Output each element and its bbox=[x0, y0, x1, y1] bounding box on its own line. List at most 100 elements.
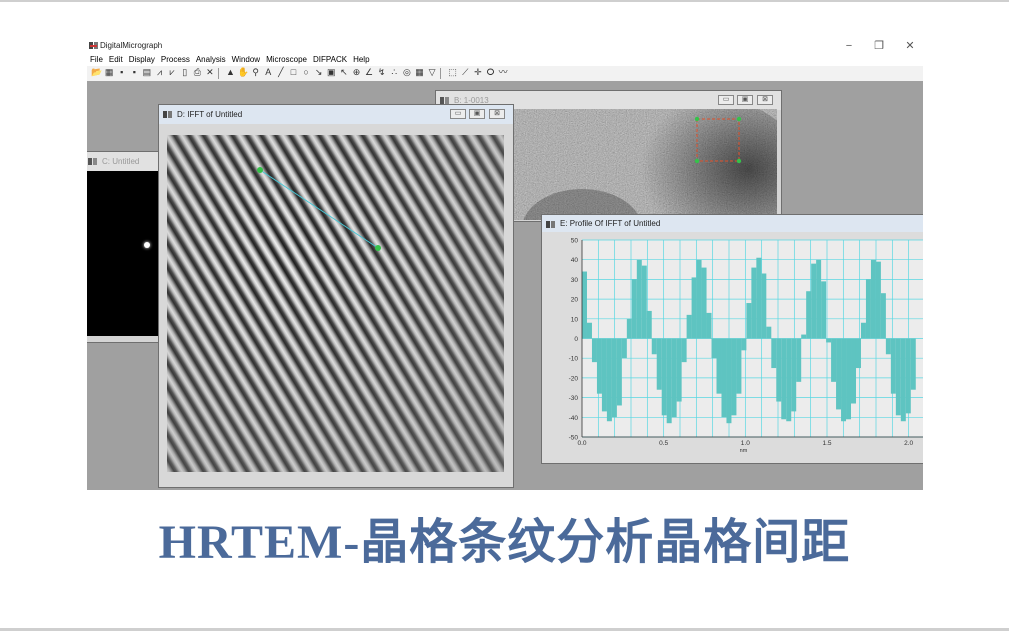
menu-edit[interactable]: Edit bbox=[106, 54, 126, 66]
chart-y-tick-label: -10 bbox=[569, 356, 579, 363]
untitled-window[interactable]: C: Untitled bbox=[87, 151, 163, 343]
chart-bar bbox=[676, 338, 682, 402]
chart-y-tick-label: -40 bbox=[569, 415, 579, 422]
crosshair-icon[interactable]: ⊕ bbox=[351, 67, 362, 78]
roi-handle[interactable] bbox=[736, 116, 742, 122]
roi-handle[interactable] bbox=[736, 158, 742, 164]
chart-bar bbox=[641, 265, 647, 339]
profile-line-end-handle[interactable] bbox=[375, 245, 381, 251]
page-icon[interactable]: ▯ bbox=[179, 67, 190, 78]
roi-handle[interactable] bbox=[694, 116, 700, 122]
chart-bar bbox=[855, 338, 861, 369]
chart-bar bbox=[656, 338, 662, 390]
ifft-window-titlebar[interactable]: D: IFFT of Untitled ▭ ▣ ⊠ bbox=[159, 105, 513, 124]
lasso-icon[interactable]: ⵔ bbox=[485, 67, 496, 78]
roi-icon[interactable]: ▣ bbox=[326, 67, 337, 78]
chart-bar bbox=[586, 322, 592, 339]
hrtem-image[interactable] bbox=[512, 109, 777, 220]
rectangle-icon[interactable]: □ bbox=[288, 67, 299, 78]
magic-icon[interactable]: ↖ bbox=[338, 67, 349, 78]
menu-file[interactable]: File bbox=[87, 54, 106, 66]
point-roi-icon[interactable]: ✛ bbox=[472, 67, 483, 78]
chart-bar bbox=[666, 338, 672, 424]
chart-x-tick-label: 1.5 bbox=[822, 440, 831, 447]
chart-bar bbox=[791, 338, 797, 412]
untitled-window-titlebar[interactable]: C: Untitled bbox=[87, 152, 162, 171]
window-minimize-button[interactable]: ▭ bbox=[450, 109, 466, 119]
window-close-button[interactable]: ⊠ bbox=[489, 109, 505, 119]
menu-microscope[interactable]: Microscope bbox=[263, 54, 310, 66]
points-icon[interactable]: ∴ bbox=[389, 67, 400, 78]
chart-y-tick-label: 0 bbox=[574, 336, 578, 343]
profile-window[interactable]: E: Profile Of IFFT of Untitled 50 40 30 20 1… bbox=[541, 214, 923, 464]
chart-bar bbox=[756, 257, 762, 339]
ifft-window[interactable]: D: IFFT of Untitled ▭ ▣ ⊠ bbox=[158, 104, 514, 488]
minimize-icon[interactable]: − bbox=[841, 38, 857, 54]
chart-bar bbox=[841, 338, 847, 422]
open-icon[interactable]: 📂 bbox=[91, 67, 102, 78]
app-title: DigitalMicrograph bbox=[100, 41, 163, 50]
line-roi-icon[interactable]: ⟋ bbox=[460, 67, 471, 78]
angle-icon[interactable]: ∠ bbox=[364, 67, 375, 78]
restore-icon[interactable]: ❐ bbox=[871, 38, 887, 54]
save-icon[interactable]: ▪ bbox=[116, 67, 127, 78]
image-workspace: C: Untitled B: 1-0013 ▭ ▣ ⊠ D: IFFT of U… bbox=[87, 81, 923, 490]
grid-icon[interactable]: ▦ bbox=[414, 67, 425, 78]
funnel-icon[interactable]: ▽ bbox=[427, 67, 438, 78]
arrow-icon[interactable]: ↘ bbox=[313, 67, 324, 78]
chart-bar bbox=[616, 338, 622, 406]
line-plot-icon[interactable]: ⩘ bbox=[154, 67, 165, 78]
menu-process[interactable]: Process bbox=[158, 54, 193, 66]
chart-bar bbox=[836, 338, 842, 410]
menu-difpack[interactable]: DIFPACK bbox=[310, 54, 350, 66]
menu-analysis[interactable]: Analysis bbox=[193, 54, 229, 66]
window-close-button[interactable]: ⊠ bbox=[757, 95, 773, 105]
window-maximize-button[interactable]: ▣ bbox=[737, 95, 753, 105]
fft-image[interactable] bbox=[87, 171, 162, 336]
chart-bar bbox=[611, 338, 617, 418]
hand-icon[interactable]: ✋ bbox=[238, 67, 249, 78]
chart-bar bbox=[701, 267, 707, 339]
chart-bar bbox=[601, 338, 607, 412]
save-all-icon[interactable]: ▪ bbox=[129, 67, 140, 78]
oval-icon[interactable]: ○ bbox=[301, 67, 312, 78]
text-icon[interactable]: A bbox=[263, 67, 274, 78]
menu-display[interactable]: Display bbox=[126, 54, 158, 66]
chart-bar bbox=[661, 338, 667, 416]
pointer-icon[interactable]: ▲ bbox=[225, 67, 236, 78]
ifft-image[interactable] bbox=[167, 135, 504, 472]
measure-icon[interactable]: ↯ bbox=[376, 67, 387, 78]
chart-bar bbox=[761, 273, 767, 339]
chart-bar bbox=[671, 338, 677, 418]
printer-icon[interactable]: ⎙ bbox=[192, 67, 203, 78]
roi-handle[interactable] bbox=[694, 158, 700, 164]
app-titlebar[interactable]: DigitalMicrograph − ❐ ✕ bbox=[87, 38, 923, 54]
window-minimize-button[interactable]: ▭ bbox=[718, 95, 734, 105]
profile-line-start-handle[interactable] bbox=[257, 167, 263, 173]
image-icon[interactable]: ▦ bbox=[104, 67, 115, 78]
chart-x-tick-label: 2.0 bbox=[904, 440, 913, 447]
rect-roi-icon[interactable]: ⬚ bbox=[447, 67, 458, 78]
line-icon[interactable]: ╱ bbox=[275, 67, 286, 78]
zoom-icon[interactable]: ⚲ bbox=[250, 67, 261, 78]
chart-bar bbox=[885, 338, 891, 355]
target-icon[interactable]: ◎ bbox=[401, 67, 412, 78]
window-maximize-button[interactable]: ▣ bbox=[469, 109, 485, 119]
chart-bar bbox=[751, 267, 757, 339]
profile-chart[interactable]: 50403020100-10-20-30-40-500.0 0.5 1.0 1.5 2.… bbox=[542, 232, 923, 463]
profile-window-titlebar[interactable]: E: Profile Of IFFT of Untitled bbox=[542, 215, 923, 232]
menu-help[interactable]: Help bbox=[350, 54, 372, 66]
chart-bar bbox=[721, 338, 727, 418]
tools-icon[interactable]: ✕ bbox=[204, 67, 215, 78]
chart-bar bbox=[596, 338, 602, 394]
close-icon[interactable]: ✕ bbox=[902, 38, 918, 54]
histogram-icon[interactable]: ⩗ bbox=[167, 67, 178, 78]
chart-bar bbox=[821, 281, 827, 339]
chart-bar bbox=[606, 338, 612, 422]
chart-bar bbox=[880, 293, 886, 339]
menu-bar: File Edit Display Process Analysis Window Micr… bbox=[87, 54, 923, 66]
print-icon[interactable]: ▤ bbox=[141, 67, 152, 78]
curve-icon[interactable]: 〰 bbox=[498, 67, 509, 78]
menu-window[interactable]: Window bbox=[229, 54, 263, 66]
chart-bar bbox=[890, 338, 896, 394]
